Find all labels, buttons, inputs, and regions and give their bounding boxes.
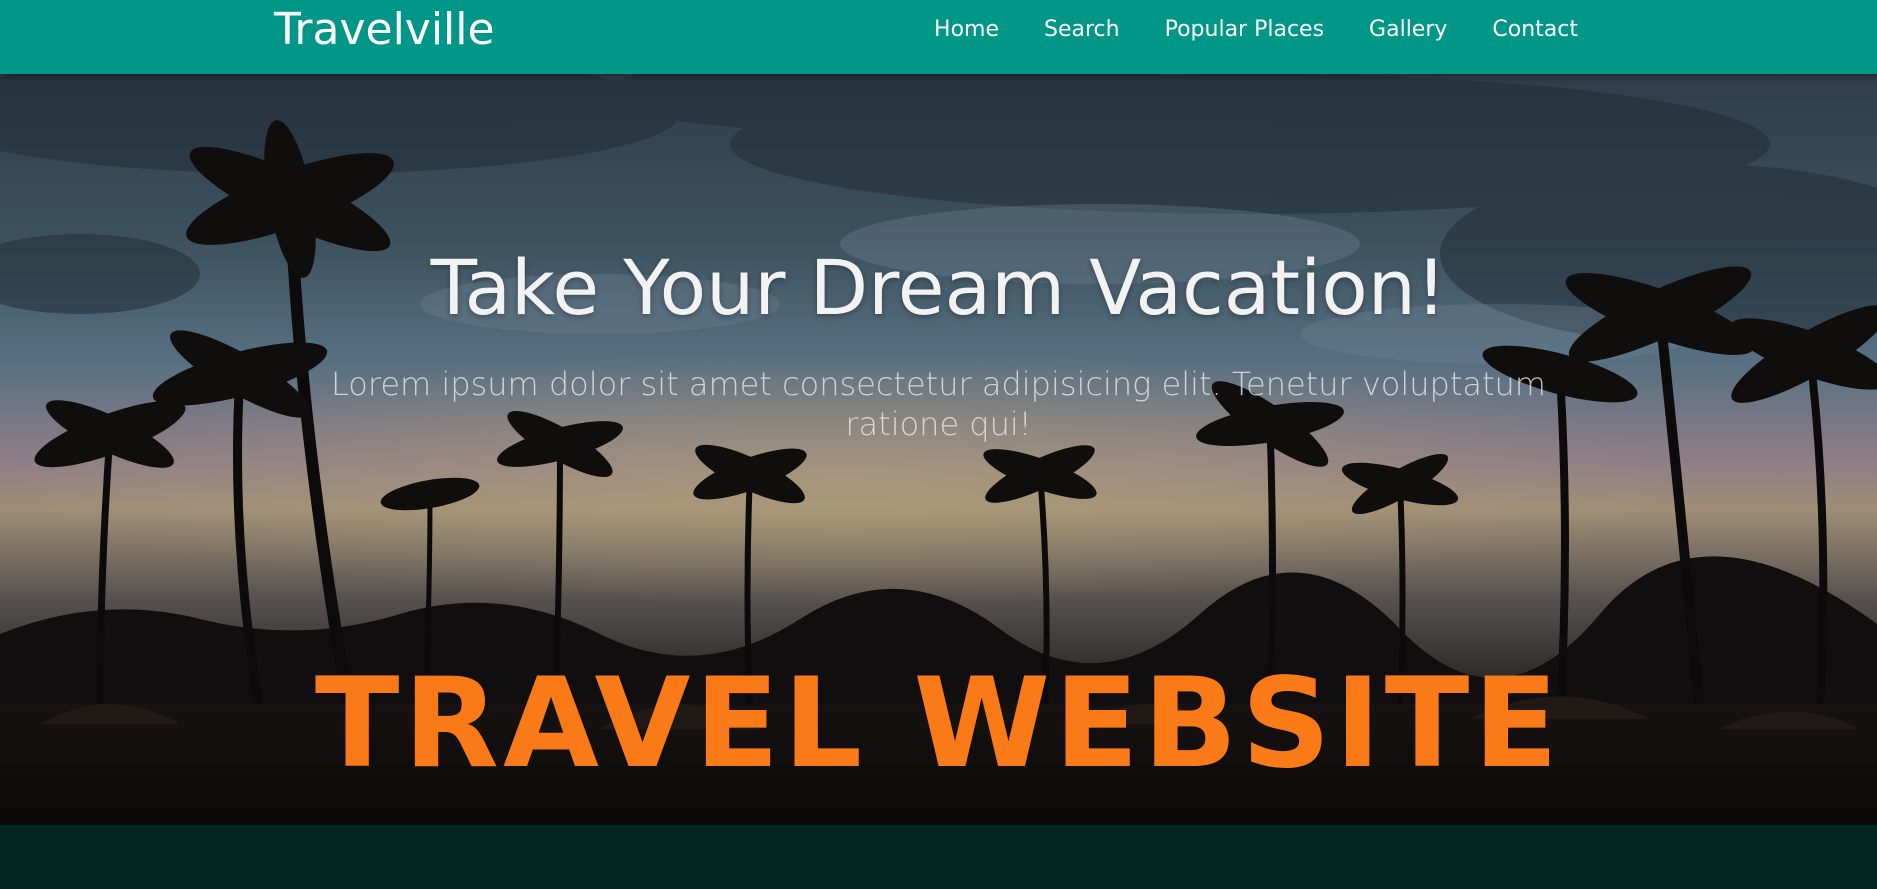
nav-link-search[interactable]: Search xyxy=(1044,17,1120,42)
hero-description: Lorem ipsum dolor sit amet consectetur a… xyxy=(331,365,1546,443)
top-navbar: Travelville Home Search Popular Places G… xyxy=(0,0,1877,74)
nav-link-home[interactable]: Home xyxy=(934,17,999,42)
nav-link-gallery[interactable]: Gallery xyxy=(1369,17,1447,42)
hero-section: Take Your Dream Vacation! Lorem ipsum do… xyxy=(0,74,1877,825)
section-divider-band xyxy=(0,825,1877,889)
brand-logo[interactable]: Travelville xyxy=(274,3,495,57)
nav-links: Home Search Popular Places Gallery Conta… xyxy=(934,0,1578,58)
hero-title: Take Your Dream Vacation! xyxy=(430,243,1447,332)
nav-link-popular-places[interactable]: Popular Places xyxy=(1165,17,1324,42)
nav-link-contact[interactable]: Contact xyxy=(1492,17,1578,42)
travel-website-banner: TRAVEL WEBSITE xyxy=(314,652,1563,796)
